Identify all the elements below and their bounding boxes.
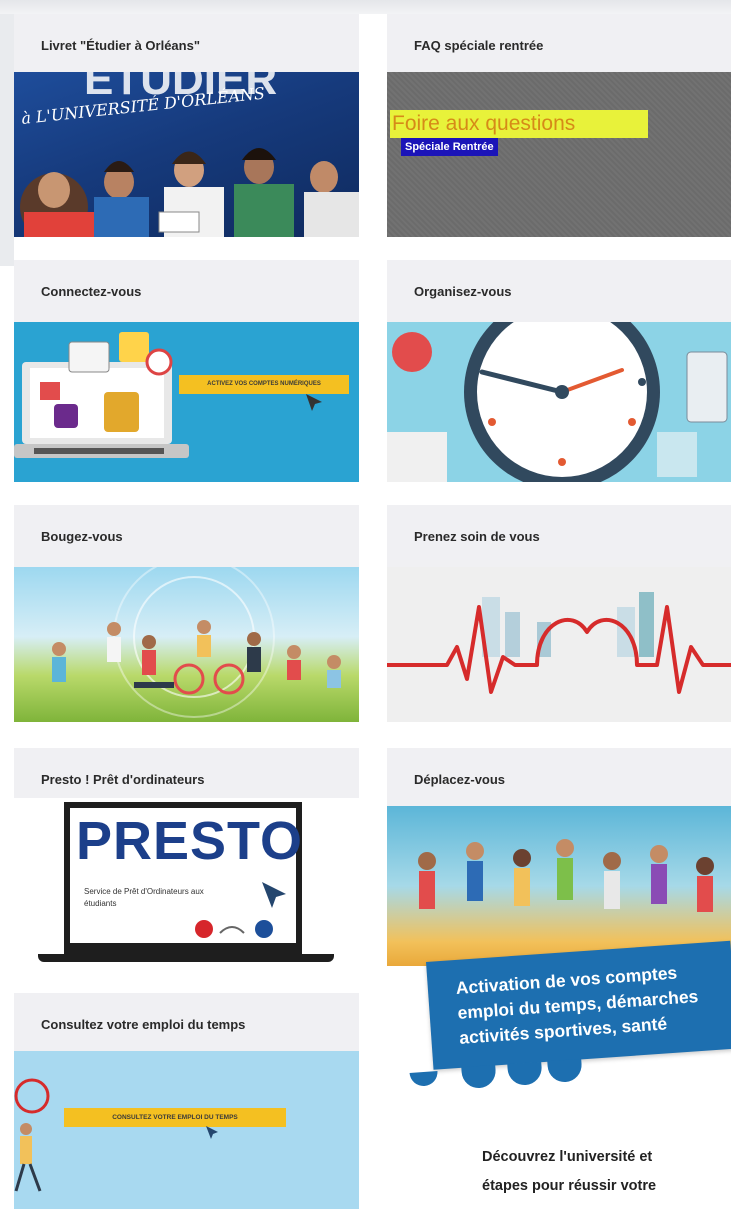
card-image (387, 806, 731, 966)
card-title: Déplacez-vous (414, 772, 506, 787)
card-image (14, 567, 359, 722)
card-image: ÉTUDIER à L'UNIVERSITÉ D'ORLÉANS (14, 72, 359, 237)
card-emploi[interactable]: Consultez votre emploi du temps CONSULTE… (14, 993, 359, 1209)
runner-illustration (14, 1078, 50, 1192)
card-image: CONSULTEZ VOTRE EMPLOI DU TEMPS (14, 1051, 359, 1209)
card-image (387, 567, 731, 722)
banner-bump (409, 1071, 439, 1087)
faq-subtitle-pill: Spéciale Rentrée (401, 138, 498, 156)
banner-bump (507, 1061, 543, 1087)
card-title: Organisez-vous (414, 284, 512, 299)
discover-text: Découvrez l'université et étapes pour ré… (482, 1143, 656, 1201)
top-bar (0, 0, 731, 14)
dancers-illustration (418, 839, 714, 912)
card-faq[interactable]: FAQ spéciale rentrée Foire aux questions… (387, 14, 731, 237)
card-bougez[interactable]: Bougez-vous (14, 505, 359, 722)
sports-illustration (52, 567, 341, 718)
card-title: Bougez-vous (41, 529, 123, 544)
heartbeat-illustration (387, 592, 731, 694)
card-image (387, 322, 731, 482)
faq-title-pill: Foire aux questions (390, 110, 648, 138)
students-illustration: ÉTUDIER à L'UNIVERSITÉ D'ORLÉANS (20, 72, 359, 237)
activation-banner: Activation de vos comptes emploi du temp… (426, 940, 731, 1070)
left-strip (0, 14, 14, 266)
card-organisez[interactable]: Organisez-vous (387, 260, 731, 482)
card-presto[interactable]: Presto ! Prêt d'ordinateurs PRESTO Servi… (14, 748, 359, 970)
banner-text: Activation de vos comptes emploi du temp… (455, 955, 731, 1051)
card-image: ACTIVEZ VOS COMPTES NUMÉRIQUES (14, 322, 359, 482)
banner-bump (547, 1058, 583, 1084)
cursor-icon (206, 1126, 218, 1139)
card-title: Connectez-vous (41, 284, 142, 299)
card-soin[interactable]: Prenez soin de vous (387, 505, 731, 722)
card-livret[interactable]: Livret "Étudier à Orléans" ÉTUDIER à L'U… (14, 14, 359, 237)
laptop-base (38, 954, 334, 962)
card-title: Consultez votre emploi du temps (41, 1017, 246, 1032)
laptop-screen: PRESTO Service de Prêt d'Ordinateurs aux… (64, 802, 302, 957)
banner-bump (461, 1064, 497, 1090)
cursor-icon (262, 882, 286, 908)
discover-line-2: étapes pour réussir votre (482, 1178, 657, 1194)
card-image: PRESTO Service de Prêt d'Ordinateurs aux… (14, 798, 359, 970)
cursor-icon (306, 394, 322, 411)
card-title: Presto ! Prêt d'ordinateurs (41, 772, 205, 787)
card-connectez[interactable]: Connectez-vous ACTIVEZ VOS COMPTES NUMÉR… (14, 260, 359, 482)
discover-line-1: Découvrez l'université et (482, 1149, 653, 1165)
card-title: FAQ spéciale rentrée (414, 38, 544, 53)
partner-logos (195, 920, 273, 938)
card-image: Foire aux questions Spéciale Rentrée (387, 72, 731, 237)
presto-subtitle: Service de Prêt d'Ordinateurs aux étudia… (84, 887, 204, 908)
presto-logo: PRESTO (76, 811, 304, 871)
card-title: Prenez soin de vous (414, 529, 540, 544)
clock-illustration (387, 322, 728, 482)
card-deplacez[interactable]: Déplacez-vous (387, 748, 731, 966)
card-title: Livret "Étudier à Orléans" (41, 38, 200, 53)
consult-timetable-pill: CONSULTEZ VOTRE EMPLOI DU TEMPS (64, 1108, 286, 1127)
